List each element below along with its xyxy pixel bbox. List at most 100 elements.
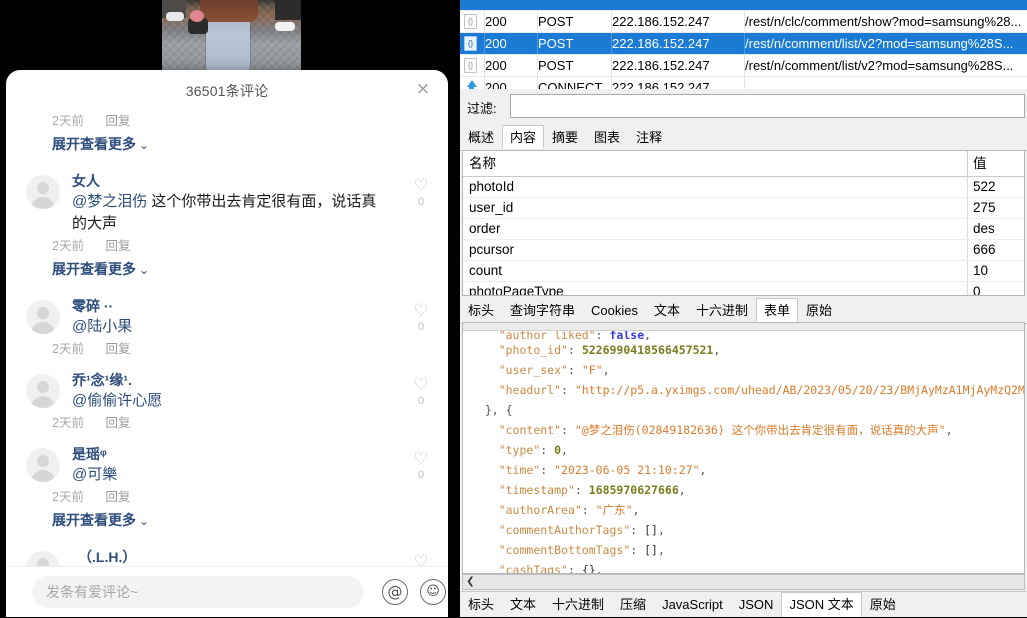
tab-raw[interactable]: 原始	[862, 592, 904, 617]
tab-hex[interactable]: 十六进制	[544, 592, 612, 617]
session-list[interactable]: {} 200 POST 222.186.152.247 /rest/n/clc/…	[460, 0, 1027, 89]
response-inspector-tabs: 标头 文本 十六进制 压缩 JavaScript JSON JSON 文本 原始	[460, 591, 1027, 617]
avatar[interactable]	[26, 374, 60, 408]
tab-javascript[interactable]: JavaScript	[654, 592, 731, 617]
table-row[interactable]: count 10	[463, 261, 1024, 282]
table-row[interactable]: {} 200 POST 222.186.152.247 /rest/n/comm…	[460, 55, 1027, 77]
param-value: 666	[973, 242, 996, 257]
list-item[interactable]: （.L.H.） ♡	[6, 547, 448, 567]
form-data-grid[interactable]: 名称 值 photoId 522 user_id 275 order des p…	[462, 150, 1025, 296]
response-json-viewer[interactable]: "author_liked": false, "photo_id": 52269…	[462, 322, 1025, 574]
reply-button[interactable]: 回复	[105, 114, 130, 128]
comment-time: 2天前	[52, 490, 84, 504]
tab-form[interactable]: 表单	[756, 298, 799, 322]
list-item[interactable]: 零碎 ·· @陆小果 ♡ 0	[6, 296, 448, 338]
like-control[interactable]: ♡ 0	[408, 450, 434, 482]
tab-content[interactable]: 内容	[502, 125, 545, 149]
like-control[interactable]: ♡ 0	[408, 177, 434, 209]
table-row-partial-top[interactable]	[460, 0, 1027, 11]
session-url: /rest/n/comment/list/v2?mod=samsung%28S.…	[745, 58, 1014, 73]
column-divider[interactable]	[967, 151, 968, 176]
filter-input[interactable]	[510, 94, 1025, 118]
table-row[interactable]: photoPageType 0	[463, 282, 1024, 295]
expand-more-button[interactable]: 展开查看更多 ⌄	[6, 257, 448, 282]
reply-button[interactable]: 回复	[105, 416, 130, 430]
comment-username[interactable]: 乔¹念¹缘¹.	[72, 370, 380, 390]
table-row[interactable]: order des	[463, 219, 1024, 240]
table-row[interactable]: 200 CONNECT 222.186.152.247	[460, 77, 1027, 89]
tab-json-text[interactable]: JSON 文本	[781, 592, 862, 617]
tab-text[interactable]: 文本	[646, 298, 688, 322]
tab-query-string[interactable]: 查询字符串	[502, 298, 583, 322]
tab-summary[interactable]: 摘要	[544, 125, 586, 149]
heart-icon[interactable]: ♡	[408, 553, 434, 567]
heart-icon[interactable]: ♡	[408, 450, 434, 468]
tab-headers[interactable]: 标头	[460, 592, 502, 617]
tab-notes[interactable]: 注释	[628, 125, 670, 149]
tab-cookies[interactable]: Cookies	[583, 298, 646, 322]
tab-raw[interactable]: 原始	[798, 298, 840, 322]
list-item[interactable]: 女人 @梦之泪伤 这个你带出去肯定很有面，说话真的大声 ♡ 0	[6, 171, 448, 235]
reply-button[interactable]: 回复	[105, 342, 130, 356]
background-shoe-left	[166, 12, 184, 21]
list-item[interactable]: 是瑶ᵠ @可樂 ♡ 0	[6, 444, 448, 486]
request-inspector-tabs: 标头 查询字符串 Cookies 文本 十六进制 表单 原始	[460, 298, 1027, 324]
comment-meta: 2天前 回复	[6, 110, 448, 132]
table-row[interactable]: photoId 522	[463, 177, 1024, 198]
comment-username[interactable]: 零碎 ··	[72, 296, 380, 316]
list-item[interactable]: 乔¹念¹缘¹. @偷偷许心愿 ♡ 0	[6, 370, 448, 412]
comment-mention[interactable]: @陆小果	[72, 318, 132, 335]
like-control[interactable]: ♡ 0	[408, 302, 434, 334]
inspector-upper-tabs: 概述 内容 摘要 图表 注释	[460, 125, 1027, 151]
avatar[interactable]	[26, 551, 60, 567]
table-header-row: 名称 值	[463, 151, 1024, 177]
avatar[interactable]	[26, 175, 60, 209]
mention-at-icon[interactable]: @	[382, 579, 408, 605]
expand-more-button[interactable]: 展开查看更多 ⌄	[6, 508, 448, 533]
horizontal-scrollbar[interactable]: ❮	[462, 574, 1025, 590]
heart-icon[interactable]: ♡	[408, 376, 434, 394]
tab-headers[interactable]: 标头	[460, 298, 502, 322]
table-row[interactable]: {} 200 POST 222.186.152.247 /rest/n/clc/…	[460, 11, 1027, 33]
comment-username[interactable]: 女人	[72, 171, 380, 191]
close-icon[interactable]: ×	[414, 80, 432, 98]
emoji-icon[interactable]: ☺	[420, 579, 446, 605]
comment-text: @偷偷许心愿	[72, 390, 380, 412]
comment-input[interactable]: 发条有爱评论~	[32, 576, 364, 608]
like-control[interactable]: ♡ 0	[408, 376, 434, 408]
tab-json[interactable]: JSON	[731, 592, 782, 617]
table-row-selected[interactable]: {} 200 POST 222.186.152.247 /rest/n/comm…	[460, 33, 1027, 55]
comment-sheet: 36501条评论 × 2天前 回复 展开查看更多 ⌄ 女人 @梦之泪伤 这个你带出…	[6, 70, 448, 617]
comment-list[interactable]: 2天前 回复 展开查看更多 ⌄ 女人 @梦之泪伤 这个你带出去肯定很有面，说话真的…	[6, 110, 448, 567]
tab-hex[interactable]: 十六进制	[688, 298, 756, 322]
json-scroll-area[interactable]: "author_liked": false, "photo_id": 52269…	[463, 331, 1024, 573]
param-name: photoId	[469, 179, 515, 194]
heart-icon[interactable]: ♡	[408, 177, 434, 195]
session-verb: POST	[538, 14, 574, 29]
comment-username[interactable]: 是瑶ᵠ	[72, 444, 380, 464]
avatar[interactable]	[26, 448, 60, 482]
comment-mention[interactable]: @梦之泪伤	[72, 193, 147, 210]
http-capture-pane: {} 200 POST 222.186.152.247 /rest/n/clc/…	[460, 0, 1027, 617]
like-control[interactable]: ♡	[408, 553, 434, 567]
scroll-left-icon[interactable]: ❮	[463, 575, 478, 589]
tab-chart[interactable]: 图表	[586, 125, 628, 149]
json-doc-icon: {}	[464, 14, 479, 29]
reply-button[interactable]: 回复	[105, 490, 130, 504]
session-verb: POST	[538, 58, 574, 73]
comment-mention[interactable]: @可樂	[72, 466, 117, 483]
table-row[interactable]: user_id 275	[463, 198, 1024, 219]
avatar[interactable]	[26, 300, 60, 334]
heart-icon[interactable]: ♡	[408, 302, 434, 320]
comment-mention[interactable]: @偷偷许心愿	[72, 392, 162, 409]
param-value: 10	[973, 263, 989, 278]
tab-compressed[interactable]: 压缩	[612, 592, 654, 617]
video-frame[interactable]	[162, 0, 301, 73]
expand-more-button[interactable]: 展开查看更多 ⌄	[6, 132, 448, 157]
comment-username[interactable]: （.L.H.）	[72, 547, 380, 567]
tab-text[interactable]: 文本	[502, 592, 544, 617]
reply-button[interactable]: 回复	[105, 239, 130, 253]
table-row[interactable]: pcursor 666	[463, 240, 1024, 261]
tab-overview[interactable]: 概述	[460, 125, 502, 149]
column-header-value: 值	[973, 156, 987, 171]
